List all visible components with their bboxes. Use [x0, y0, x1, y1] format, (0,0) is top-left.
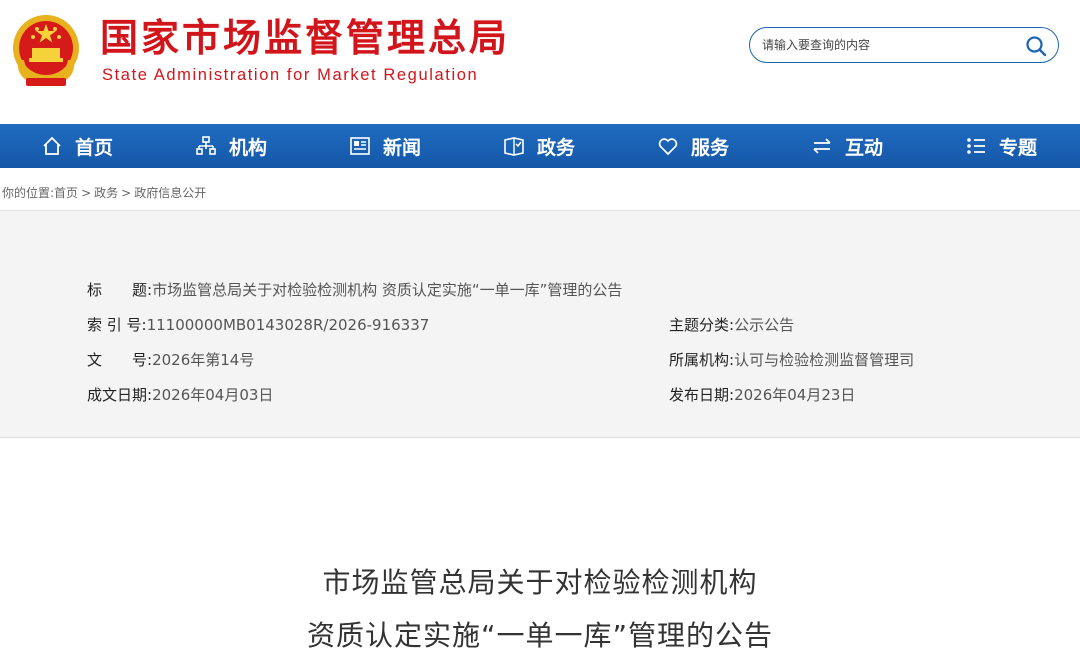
nav-item-interaction[interactable]: 互动: [770, 124, 924, 168]
breadcrumb-link-home[interactable]: 首页: [54, 186, 78, 200]
meta-index-value: 11100000MB0143028R/2026-916337: [146, 316, 430, 334]
nav-label: 服务: [690, 136, 729, 159]
nav-label: 机构: [228, 136, 267, 159]
search-icon[interactable]: [1024, 34, 1048, 58]
meta-doc-no-label: 文 号:: [87, 351, 153, 369]
home-icon: [41, 135, 63, 157]
meta-written-date-value: 2026年04月03日: [152, 386, 274, 404]
breadcrumb-separator: >: [121, 186, 132, 200]
nav-item-topics[interactable]: 专题: [924, 124, 1078, 168]
nav-item-news[interactable]: 新闻: [308, 124, 462, 168]
site-header: 国家市场监督管理总局 State Administration for Mark…: [0, 0, 1080, 124]
meta-publish-date-row: 发布日期:2026年04月23日: [669, 385, 855, 405]
meta-category-label: 主题分类:: [669, 316, 735, 334]
meta-org-label: 所属机构:: [669, 351, 735, 369]
nav-label: 首页: [74, 136, 113, 159]
nav-label: 专题: [998, 136, 1037, 159]
nav-item-service[interactable]: 服务: [616, 124, 770, 168]
newspaper-icon: [349, 135, 371, 157]
search-box: [749, 27, 1059, 63]
nav-label: 互动: [844, 136, 883, 159]
breadcrumb-separator: >: [81, 186, 92, 200]
breadcrumb-link-info-disclosure[interactable]: 政府信息公开: [134, 186, 206, 200]
heart-icon: [657, 135, 679, 157]
org-chart-icon: [195, 135, 217, 157]
document-meta-box: 标 题:市场监管总局关于对检验检测机构 资质认定实施“一单一库”管理的公告 索 …: [0, 210, 1080, 438]
meta-publish-date-label: 发布日期:: [669, 386, 735, 404]
meta-written-date-row: 成文日期:2026年04月03日: [87, 385, 273, 405]
site-subtitle: State Administration for Market Regulati…: [102, 66, 479, 84]
meta-index-row: 索 引 号:11100000MB0143028R/2026-916337: [87, 315, 429, 335]
meta-title-label: 标 题:: [87, 281, 153, 299]
breadcrumb: 你的位置:首页 > 政务 > 政府信息公开: [2, 184, 206, 201]
nav-item-org[interactable]: 机构: [154, 124, 308, 168]
book-icon: [503, 135, 525, 157]
national-emblem-logo[interactable]: [8, 10, 84, 90]
meta-category-row: 主题分类:公示公告: [669, 315, 794, 335]
meta-index-label: 索 引 号:: [87, 316, 147, 334]
breadcrumb-link-government[interactable]: 政务: [94, 186, 118, 200]
meta-written-date-label: 成文日期:: [87, 386, 153, 404]
article-title-line2: 资质认定实施“一单一库”管理的公告: [306, 619, 773, 652]
main-nav: 首页 机构 新闻 政务 服务 互动 专题: [0, 124, 1080, 168]
meta-title-value: 市场监管总局关于对检验检测机构 资质认定实施“一单一库”管理的公告: [152, 281, 623, 299]
nav-label: 新闻: [382, 136, 421, 159]
meta-org-row: 所属机构:认可与检验检测监督管理司: [669, 350, 914, 370]
breadcrumb-prefix: 你的位置:: [2, 186, 55, 200]
meta-org-value: 认可与检验检测监督管理司: [734, 351, 915, 369]
meta-doc-no-row: 文 号:2026年第14号: [87, 350, 254, 370]
site-title: 国家市场监督管理总局: [100, 16, 511, 60]
nav-label: 政务: [536, 136, 575, 159]
meta-title-row: 标 题:市场监管总局关于对检验检测机构 资质认定实施“一单一库”管理的公告: [87, 280, 622, 300]
meta-publish-date-value: 2026年04月23日: [734, 386, 856, 404]
meta-doc-no-value: 2026年第14号: [152, 351, 255, 369]
exchange-arrows-icon: [811, 135, 833, 157]
list-icon: [965, 135, 987, 157]
nav-item-government[interactable]: 政务: [462, 124, 616, 168]
meta-category-value: 公示公告: [734, 316, 795, 334]
nav-item-home[interactable]: 首页: [0, 124, 154, 168]
search-input[interactable]: [762, 35, 1012, 55]
article-title-line1: 市场监管总局关于对检验检测机构: [322, 566, 758, 599]
